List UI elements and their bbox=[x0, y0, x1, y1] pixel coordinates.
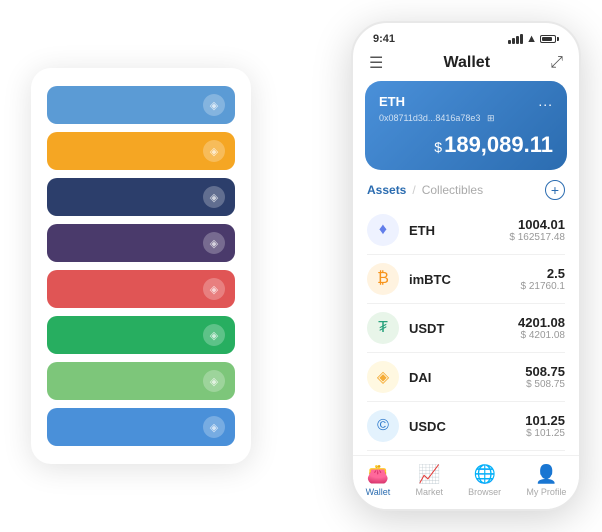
eth-address: 0x08711d3d...8416a78e3 ⊞ bbox=[379, 113, 553, 124]
asset-row-imbtc[interactable]: ₿ imBTC 2.5 $ 21760.1 bbox=[367, 255, 565, 304]
nav-profile[interactable]: 👤 My Profile bbox=[526, 464, 566, 497]
nav-market[interactable]: 📈 Market bbox=[415, 464, 443, 497]
swatch-icon-2: ◈ bbox=[203, 140, 225, 162]
usdt-usd: $ 4201.08 bbox=[518, 330, 565, 341]
back-card: ◈ ◈ ◈ ◈ ◈ ◈ ◈ ◈ bbox=[31, 68, 251, 464]
asset-row-eth[interactable]: ♦ ETH 1004.01 $ 162517.48 bbox=[367, 206, 565, 255]
nav-browser[interactable]: 🌐 Browser bbox=[468, 464, 501, 497]
signal-icon bbox=[508, 34, 523, 44]
eth-usd: $ 162517.48 bbox=[509, 232, 565, 243]
assets-tabs: Assets / Collectibles + bbox=[353, 180, 579, 206]
swatch-icon-1: ◈ bbox=[203, 94, 225, 116]
usdt-icon: ₮ bbox=[367, 312, 399, 344]
scene: ◈ ◈ ◈ ◈ ◈ ◈ ◈ ◈ 9:41 bbox=[11, 11, 591, 521]
dai-usd: $ 508.75 bbox=[525, 379, 565, 390]
browser-nav-label: Browser bbox=[468, 487, 501, 497]
browser-nav-icon: 🌐 bbox=[473, 464, 495, 485]
swatch-red: ◈ bbox=[47, 270, 235, 308]
page-title: Wallet bbox=[444, 54, 491, 72]
eth-label: ETH bbox=[379, 94, 405, 109]
imbtc-name: imBTC bbox=[409, 272, 521, 287]
usdc-icon: © bbox=[367, 410, 399, 442]
phone-header: ☰ Wallet ⤢ bbox=[353, 49, 579, 81]
swatch-blue: ◈ bbox=[47, 86, 235, 124]
profile-nav-icon: 👤 bbox=[535, 464, 557, 485]
asset-row-usdt[interactable]: ₮ USDT 4201.08 $ 4201.08 bbox=[367, 304, 565, 353]
eth-amount: 1004.01 bbox=[509, 217, 565, 232]
swatch-orange: ◈ bbox=[47, 132, 235, 170]
menu-icon[interactable]: ☰ bbox=[369, 53, 383, 73]
imbtc-icon: ₿ bbox=[367, 263, 399, 295]
status-time: 9:41 bbox=[373, 33, 395, 45]
tab-collectibles[interactable]: Collectibles bbox=[422, 183, 483, 197]
expand-icon[interactable]: ⤢ bbox=[550, 54, 563, 72]
dai-icon: ◈ bbox=[367, 361, 399, 393]
swatch-icon-4: ◈ bbox=[203, 232, 225, 254]
tabs-left: Assets / Collectibles bbox=[367, 183, 483, 197]
swatch-icon-8: ◈ bbox=[203, 416, 225, 438]
market-nav-icon: 📈 bbox=[418, 464, 440, 485]
asset-row-usdc[interactable]: © USDC 101.25 $ 101.25 bbox=[367, 402, 565, 451]
swatch-icon-5: ◈ bbox=[203, 278, 225, 300]
wallet-nav-label: Wallet bbox=[366, 487, 391, 497]
market-nav-label: Market bbox=[415, 487, 443, 497]
swatch-icon-3: ◈ bbox=[203, 186, 225, 208]
currency-symbol: $ bbox=[434, 139, 442, 155]
imbtc-amounts: 2.5 $ 21760.1 bbox=[521, 266, 566, 292]
usdc-amounts: 101.25 $ 101.25 bbox=[525, 413, 565, 439]
add-asset-button[interactable]: + bbox=[545, 180, 565, 200]
dai-amounts: 508.75 $ 508.75 bbox=[525, 364, 565, 390]
swatch-icon-6: ◈ bbox=[203, 324, 225, 346]
eth-more-icon[interactable]: ... bbox=[538, 93, 553, 109]
usdc-amount: 101.25 bbox=[525, 413, 565, 428]
swatch-icon-7: ◈ bbox=[203, 370, 225, 392]
tab-divider: / bbox=[412, 183, 415, 197]
phone: 9:41 ▲ ☰ Wallet ⤢ bbox=[351, 21, 581, 511]
eth-card[interactable]: ETH ... 0x08711d3d...8416a78e3 ⊞ $189,08… bbox=[365, 81, 567, 170]
wallet-nav-icon: 👛 bbox=[367, 464, 389, 485]
imbtc-amount: 2.5 bbox=[521, 266, 566, 281]
bottom-nav: 👛 Wallet 📈 Market 🌐 Browser 👤 My Profile bbox=[353, 455, 579, 509]
eth-name: ETH bbox=[409, 223, 509, 238]
swatch-purple: ◈ bbox=[47, 224, 235, 262]
tab-assets[interactable]: Assets bbox=[367, 183, 406, 197]
swatch-green: ◈ bbox=[47, 316, 235, 354]
swatch-lightgreen: ◈ bbox=[47, 362, 235, 400]
eth-balance: $189,089.11 bbox=[379, 132, 553, 158]
usdc-name: USDC bbox=[409, 419, 525, 434]
usdt-amount: 4201.08 bbox=[518, 315, 565, 330]
nav-wallet[interactable]: 👛 Wallet bbox=[366, 464, 391, 497]
battery-icon bbox=[540, 35, 559, 43]
asset-row-dai[interactable]: ◈ DAI 508.75 $ 508.75 bbox=[367, 353, 565, 402]
dai-name: DAI bbox=[409, 370, 525, 385]
swatch-darkblue: ◈ bbox=[47, 178, 235, 216]
eth-icon: ♦ bbox=[367, 214, 399, 246]
usdc-usd: $ 101.25 bbox=[525, 428, 565, 439]
status-bar: 9:41 ▲ bbox=[353, 23, 579, 49]
asset-list: ♦ ETH 1004.01 $ 162517.48 ₿ imBTC 2.5 $ … bbox=[353, 206, 579, 455]
dai-amount: 508.75 bbox=[525, 364, 565, 379]
eth-amounts: 1004.01 $ 162517.48 bbox=[509, 217, 565, 243]
usdt-amounts: 4201.08 $ 4201.08 bbox=[518, 315, 565, 341]
imbtc-usd: $ 21760.1 bbox=[521, 281, 566, 292]
profile-nav-label: My Profile bbox=[526, 487, 566, 497]
status-icons: ▲ bbox=[508, 33, 559, 45]
swatch-skyblue: ◈ bbox=[47, 408, 235, 446]
wifi-icon: ▲ bbox=[526, 33, 537, 45]
usdt-name: USDT bbox=[409, 321, 518, 336]
